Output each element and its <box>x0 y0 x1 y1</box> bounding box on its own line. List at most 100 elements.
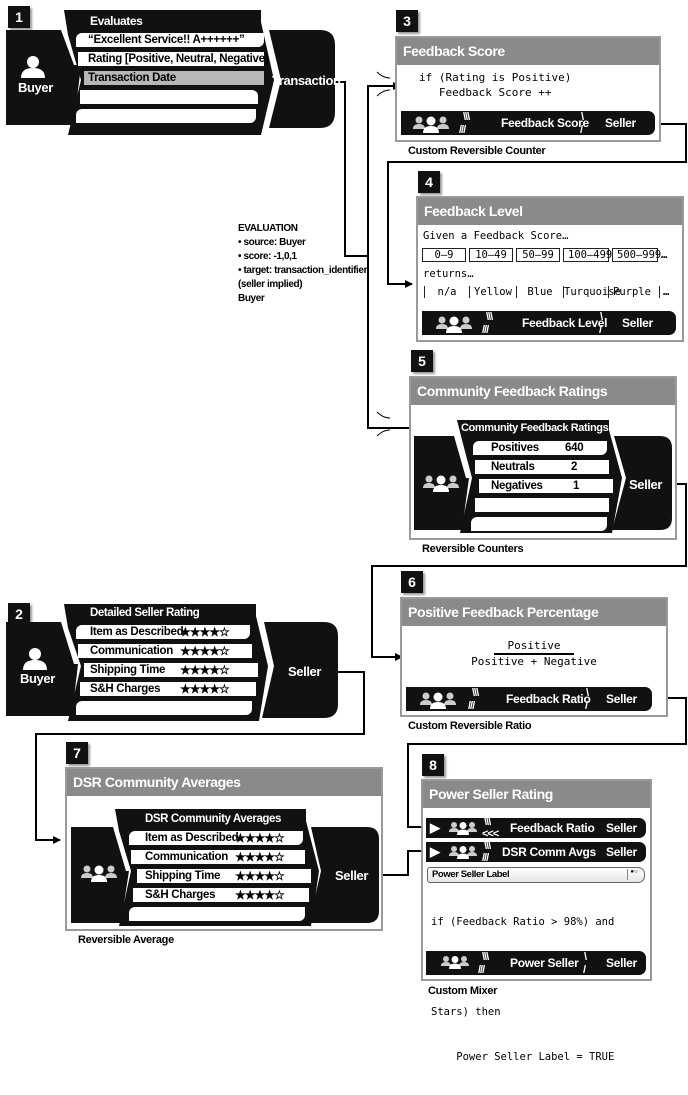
group-icon <box>449 822 477 835</box>
step-number-4: 4 <box>418 171 440 193</box>
row-value: 1 <box>573 480 580 492</box>
group-icon <box>81 865 117 882</box>
code-line: Stars) then <box>431 1006 501 1018</box>
output-bar: \\\/// Feedback Score \ / Seller <box>401 111 655 136</box>
row-label: Neutrals <box>491 461 535 473</box>
dsr-average-row-empty <box>129 907 305 921</box>
rating-row-neutrals: Neutrals 2 <box>475 460 609 474</box>
claim-title: Detailed Seller Rating <box>90 607 200 619</box>
dsr-row-label: Item as Described <box>90 626 184 638</box>
rating-row-empty <box>471 517 607 531</box>
output-bar: \\\/// Feedback Level \ / Seller <box>422 311 676 336</box>
group-icon <box>436 316 472 333</box>
power-seller-rating-panel: Power Seller Rating ▶ \\\ <<< Feedback Ra… <box>421 779 652 1063</box>
panel-caption: Custom Reversible Ratio <box>408 720 532 732</box>
evaluation-note-title: EVALUATION <box>238 223 298 234</box>
step-number-7: 7 <box>66 742 88 764</box>
field-label: Power Seller Label <box>432 869 510 880</box>
level-value: Blue <box>516 286 563 298</box>
level-value: n/a <box>424 286 469 298</box>
ratio-denominator: Positive + Negative <box>471 655 597 668</box>
range-box: 10–49 <box>469 248 513 262</box>
panel-title: Community Feedback Ratings <box>411 378 675 405</box>
feedback-level-panel: Feedback Level Given a Feedback Score… 0… <box>416 196 684 342</box>
panel-title: Feedback Score <box>397 38 659 65</box>
evaluation-note-line: Buyer <box>238 293 265 304</box>
score-ranges: 0–9 10–49 50–99 100–499 500–999… <box>422 248 667 262</box>
dsr-row-label: S&H Charges <box>90 683 161 695</box>
bar-target: Seller <box>606 956 637 970</box>
claim-title: Evaluates <box>90 14 143 28</box>
input-target: Seller <box>606 845 637 859</box>
row-value: 2 <box>571 461 578 473</box>
bar-label: Feedback Score <box>501 116 589 130</box>
row-label: Positives <box>491 442 539 454</box>
dsr-row-label: Shipping Time <box>90 664 166 676</box>
power-seller-label-field: Power Seller Label ●○ <box>427 867 645 883</box>
star-rating: ★★★★☆ <box>180 663 230 677</box>
dsr-row: S&H Charges ★★★★☆ <box>80 682 256 696</box>
row-label: Negatives <box>491 480 543 492</box>
row-label: Item as Described <box>145 832 239 844</box>
level-value: Yellow <box>469 286 516 298</box>
input-bar-dsr-comm-avgs: ▶ \\\/// DSR Comm Avgs Seller <box>426 840 646 864</box>
dsr-row-empty <box>76 701 252 715</box>
star-rating: ★★★★☆ <box>235 869 285 883</box>
group-icon <box>449 846 477 859</box>
range-box: 100–499 <box>563 248 612 262</box>
bar-target: Seller <box>605 116 636 130</box>
panel-title: Positive Feedback Percentage <box>402 599 666 626</box>
star-rating: ★★★★☆ <box>180 644 230 658</box>
feedback-score-panel: Feedback Score if (Rating is Positive) F… <box>395 36 661 142</box>
group-icon <box>413 116 449 133</box>
community-feedback-ratings-panel: Community Feedback Ratings Community Fee… <box>409 376 677 540</box>
step-number-6: 6 <box>401 571 423 593</box>
ratio-numerator: Positive <box>507 639 561 652</box>
row-label: S&H Charges <box>145 889 216 901</box>
target-label: Seller <box>335 868 369 883</box>
input-target: Seller <box>606 821 637 835</box>
bar-label: Power Seller <box>510 956 579 970</box>
claim-slot-comment: “Excellent Service!! A++++++” <box>76 33 264 47</box>
dsr-row: Shipping Time ★★★★☆ <box>84 663 258 677</box>
dsr-average-row: Item as Described ★★★★☆ <box>129 831 303 845</box>
panel-caption: Custom Mixer <box>428 985 498 997</box>
person-icon <box>23 648 47 670</box>
source-label: Buyer <box>20 671 55 686</box>
group-icon <box>420 692 456 709</box>
dsr-row: Item as Described ★★★★☆ <box>76 625 250 639</box>
evaluation-note-line: • score: -1,0,1 <box>238 251 297 262</box>
output-bar: \\\/// Power Seller \ / Seller <box>426 951 646 976</box>
rating-row-negatives: Negatives 1 <box>479 479 613 493</box>
step-number-5: 5 <box>411 350 433 372</box>
ellipsis: … <box>659 286 670 298</box>
source-label: Buyer <box>18 80 53 95</box>
step-number-8: 8 <box>422 754 444 776</box>
panel-caption: Reversible Average <box>78 934 174 946</box>
bar-target: Seller <box>606 692 637 706</box>
dsr-average-row: S&H Charges ★★★★☆ <box>133 888 309 902</box>
bar-target: Seller <box>622 316 653 330</box>
given-text: Given a Feedback Score… <box>423 230 569 242</box>
boolean-icon: ●○ <box>627 869 640 880</box>
level-value: Turquoise <box>563 286 621 298</box>
row-value: 640 <box>565 442 584 454</box>
claim-title: DSR Community Averages <box>145 813 282 825</box>
range-box: 500–999 <box>612 248 661 262</box>
code-line: Feedback Score ++ <box>419 86 552 99</box>
star-rating: ★★★★☆ <box>180 682 230 696</box>
star-rating: ★★★★☆ <box>235 831 285 845</box>
code-line: if (Feedback Ratio > 98%) and <box>431 916 615 928</box>
code-line: if (Rating is Positive) <box>419 71 572 84</box>
star-rating: ★★★★☆ <box>180 625 230 639</box>
dsr-community-averages-panel: DSR Community Averages DSR Community Ave… <box>65 767 383 931</box>
step-number-3: 3 <box>396 10 418 32</box>
evaluation-note-line: (seller implied) <box>238 279 303 290</box>
claim-slot-transaction-date: Transaction Date <box>84 71 264 85</box>
dsr-average-row: Shipping Time ★★★★☆ <box>137 869 311 883</box>
star-rating: ★★★★☆ <box>235 850 285 864</box>
claim-title: Community Feedback Ratings <box>461 422 609 434</box>
evaluation-note-line: • source: Buyer <box>238 237 306 248</box>
ellipsis: … <box>661 249 668 261</box>
dsr-row: Communication ★★★★☆ <box>78 644 252 658</box>
